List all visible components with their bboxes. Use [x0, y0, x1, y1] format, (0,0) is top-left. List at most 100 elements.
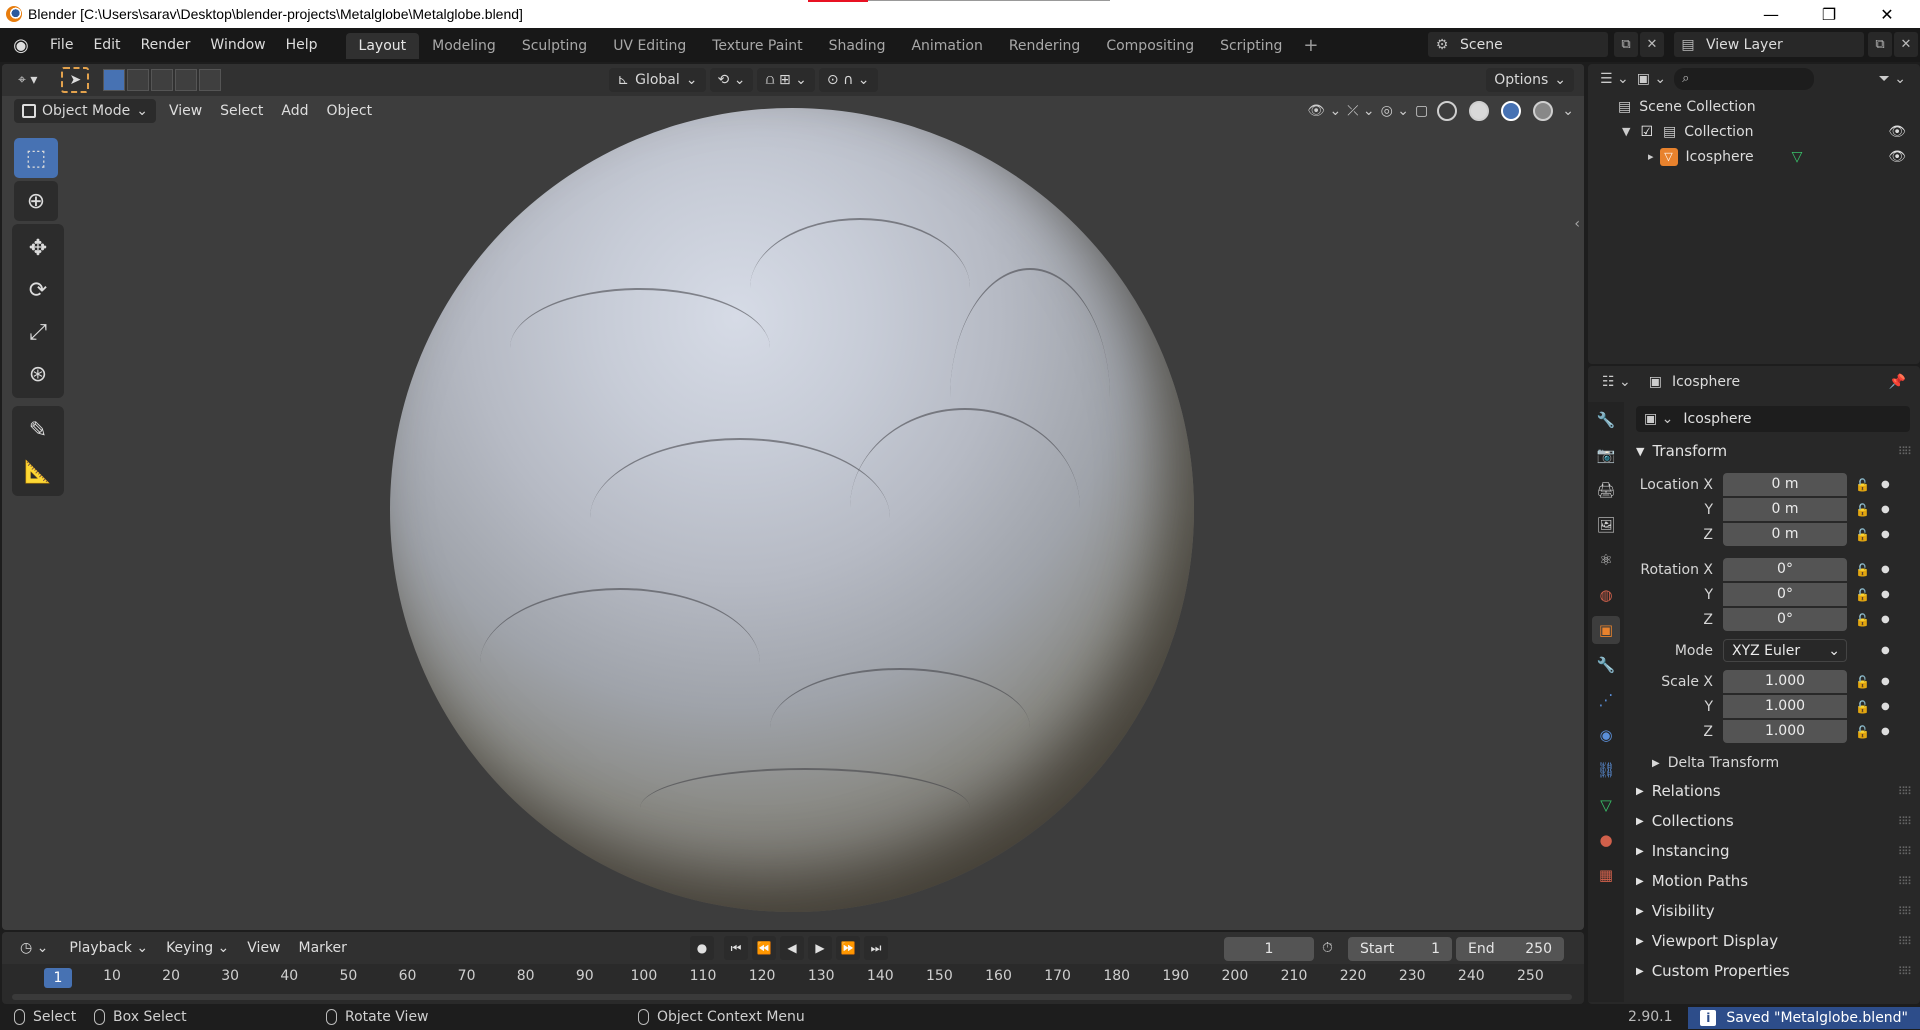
timeline-scrollbar[interactable]	[12, 994, 1572, 1000]
tab-scripting[interactable]: Scripting	[1207, 33, 1295, 59]
pivot-point-dropdown[interactable]: ⟲ ⌄	[709, 68, 754, 92]
motion-paths-panel-header[interactable]: ▶ Motion Paths ⠿⠿	[1628, 866, 1918, 896]
move-tool-icon[interactable]: ✥	[16, 228, 60, 268]
output-tab-icon[interactable]: 🖨	[1592, 476, 1620, 504]
instancing-panel-header[interactable]: ▶ Instancing ⠿⠿	[1628, 836, 1918, 866]
expand-arrow-icon[interactable]: ▸	[1648, 150, 1654, 163]
lock-icon[interactable]: 🔓	[1855, 528, 1875, 542]
play-icon[interactable]: ▶	[808, 936, 832, 960]
drag-grip-icon[interactable]: ⠿⠿	[1898, 935, 1912, 948]
current-frame-indicator[interactable]: 1	[44, 968, 72, 988]
keyframe-dot-icon[interactable]: ●	[1881, 614, 1890, 625]
custom-properties-panel-header[interactable]: ▶ Custom Properties ⠿⠿	[1628, 956, 1918, 986]
pin-icon[interactable]: 📌	[1889, 374, 1906, 390]
viewport-display-panel-header[interactable]: ▶ Viewport Display ⠿⠿	[1628, 926, 1918, 956]
scene-selector[interactable]: ⚙ Scene	[1428, 32, 1608, 57]
physics-tab-icon[interactable]: ◉	[1592, 721, 1620, 749]
select-intersect-icon[interactable]	[199, 69, 222, 91]
new-scene-icon[interactable]: ⧉	[1614, 32, 1638, 57]
expand-arrow-icon[interactable]: ▼	[1622, 125, 1630, 138]
tab-rendering[interactable]: Rendering	[996, 33, 1094, 59]
menu-help[interactable]: Help	[276, 32, 328, 58]
keyframe-dot-icon[interactable]: ●	[1881, 645, 1890, 656]
menu-edit[interactable]: Edit	[83, 32, 130, 58]
object-tab-icon[interactable]: ▣	[1592, 616, 1620, 644]
lock-icon[interactable]: 🔓	[1855, 563, 1875, 577]
location-x-field[interactable]: 0 m	[1723, 473, 1847, 496]
drag-grip-icon[interactable]: ⠿⠿	[1898, 785, 1912, 798]
start-frame-field[interactable]: Start 1	[1348, 937, 1452, 961]
collections-panel-header[interactable]: ▶ Collections ⠿⠿	[1628, 806, 1918, 836]
select-invert-icon[interactable]	[175, 69, 198, 91]
mesh-data-tab-icon[interactable]: ▽	[1592, 791, 1620, 819]
mesh-data-icon[interactable]: ▽	[1792, 149, 1803, 165]
select-box-tool-icon[interactable]: ⬚	[14, 138, 58, 178]
properties-editor-type-icon[interactable]: ☷ ⌄	[1602, 374, 1631, 390]
tab-compositing[interactable]: Compositing	[1093, 33, 1207, 59]
tab-layout[interactable]: Layout	[345, 33, 420, 59]
annotate-tool-icon[interactable]: ✎	[16, 410, 60, 450]
keyframe-dot-icon[interactable]: ●	[1881, 479, 1890, 490]
select-tool-icon[interactable]: ➤	[61, 67, 90, 93]
3d-viewport[interactable]: ⌖ ▾ ➤ ⊾ Global ⌄ ⟲ ⌄ ⩍ ⊞ ⌄ ⊙ ∩ ⌄ Options…	[2, 64, 1584, 930]
editor-type-icon[interactable]: ⌖ ▾	[10, 68, 45, 92]
drag-grip-icon[interactable]: ⠿⠿	[1898, 965, 1912, 978]
snapping-toggle[interactable]: ⩍ ⊞ ⌄	[757, 68, 815, 92]
menu-view[interactable]: View	[160, 99, 211, 123]
chevron-down-icon[interactable]: ⌄	[1562, 103, 1574, 119]
select-new-icon[interactable]	[103, 69, 126, 91]
menu-window[interactable]: Window	[200, 32, 275, 58]
texture-tab-icon[interactable]: ▦	[1592, 861, 1620, 889]
outliner-icosphere[interactable]: ▸ ▽ Icosphere ▽ 👁	[1588, 144, 1920, 169]
filter-icon[interactable]: ⏷ ⌄	[1879, 71, 1906, 87]
keyframe-dot-icon[interactable]: ●	[1881, 701, 1890, 712]
add-workspace-button[interactable]: +	[1295, 33, 1326, 59]
overlays-icon[interactable]: ◎ ⌄	[1381, 103, 1409, 119]
outliner-search-input[interactable]: ⌕	[1674, 68, 1815, 90]
material-preview-icon[interactable]	[1501, 101, 1522, 121]
delete-scene-icon[interactable]: ✕	[1640, 32, 1664, 57]
collection-visibility-eye-icon[interactable]: 👁	[1888, 124, 1906, 140]
tab-shading[interactable]: Shading	[816, 33, 899, 59]
jump-start-icon[interactable]: ⏮	[724, 936, 748, 960]
drag-grip-icon[interactable]: ⠿⠿	[1898, 905, 1912, 918]
scale-x-field[interactable]: 1.000	[1723, 670, 1847, 693]
solid-shading-icon[interactable]	[1469, 101, 1490, 121]
collection-checkbox[interactable]: ☑	[1640, 124, 1653, 140]
outliner-collection[interactable]: ▼ ☑ ▤ Collection 👁	[1588, 119, 1920, 144]
preview-range-icon[interactable]: ⏱	[1322, 940, 1333, 956]
outliner-scene-collection[interactable]: ▤ Scene Collection	[1588, 94, 1920, 119]
keyframe-dot-icon[interactable]: ●	[1881, 529, 1890, 540]
play-reverse-icon[interactable]: ◀	[780, 936, 804, 960]
lock-icon[interactable]: 🔓	[1855, 725, 1875, 739]
lock-icon[interactable]: 🔓	[1855, 503, 1875, 517]
menu-object[interactable]: Object	[317, 99, 381, 123]
tab-animation[interactable]: Animation	[898, 33, 995, 59]
delete-view-layer-icon[interactable]: ✕	[1894, 32, 1918, 57]
rotation-mode-dropdown[interactable]: XYZ Euler ⌄	[1723, 639, 1847, 662]
rotation-x-field[interactable]: 0°	[1723, 558, 1847, 581]
lock-icon[interactable]: 🔓	[1855, 700, 1875, 714]
drag-grip-icon[interactable]: ⠿⠿	[1898, 875, 1912, 888]
tab-texture-paint[interactable]: Texture Paint	[699, 33, 815, 59]
prev-keyframe-icon[interactable]: ⏪	[752, 936, 776, 960]
location-y-field[interactable]: 0 m	[1723, 498, 1847, 521]
lock-icon[interactable]: 🔓	[1855, 675, 1875, 689]
wireframe-shading-icon[interactable]	[1437, 101, 1458, 121]
scale-tool-icon[interactable]: ⤢	[16, 312, 60, 352]
options-dropdown[interactable]: Options ⌄	[1486, 68, 1574, 92]
object-type-icon[interactable]: ▣ ⌄	[1644, 411, 1673, 427]
tab-sculpting[interactable]: Sculpting	[509, 33, 600, 59]
timeline-editor-type-icon[interactable]: ◷ ⌄	[12, 936, 56, 960]
transform-orientation-dropdown[interactable]: ⊾ Global ⌄	[609, 68, 706, 92]
close-button[interactable]: ✕	[1858, 0, 1916, 28]
frame-ruler[interactable]: 1 10 20 30 40 50 60 70 80 90 100 110 120 130 140 150 16…	[2, 968, 1584, 992]
menu-file[interactable]: File	[40, 32, 83, 58]
location-z-field[interactable]: 0 m	[1723, 523, 1847, 546]
delta-transform-subpanel[interactable]: ▶ Delta Transform	[1628, 750, 1918, 776]
restore-button[interactable]: ❐	[1800, 0, 1858, 28]
cursor-tool-icon[interactable]: ⊕	[14, 181, 58, 221]
icosphere-object[interactable]	[390, 108, 1194, 912]
record-icon[interactable]: ●	[690, 936, 714, 960]
rotate-tool-icon[interactable]: ⟳	[16, 270, 60, 310]
